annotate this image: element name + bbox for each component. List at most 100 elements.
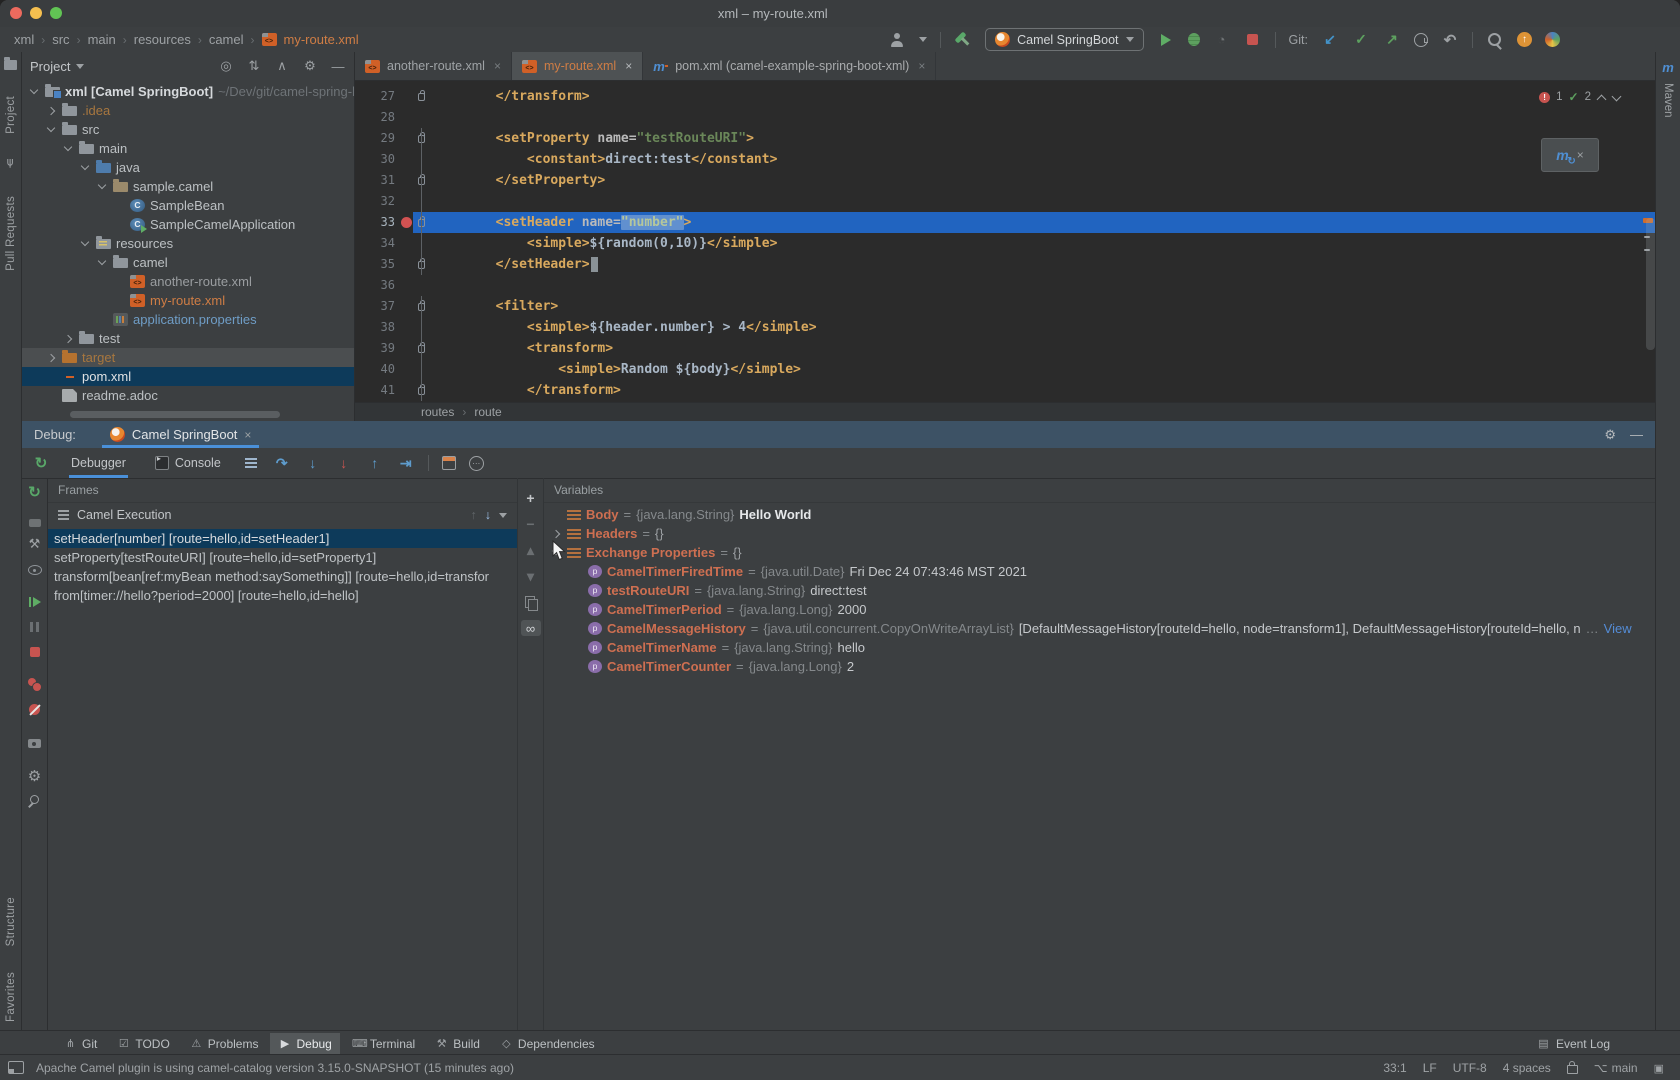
tree-row[interactable]: xml [Camel SpringBoot]~/Dev/git/camel-sp…	[22, 82, 354, 101]
bottom-tab-terminal[interactable]: ⌨Terminal	[344, 1033, 423, 1054]
variable-row[interactable]: CamelTimerCounter={java.lang.Long}2	[544, 657, 1655, 676]
line-number[interactable]: 41	[355, 380, 395, 401]
thread-dump-icon[interactable]	[27, 735, 43, 751]
code-line[interactable]: 27 </transform>	[355, 86, 1655, 107]
bottom-tab-dependencies[interactable]: ◇Dependencies	[492, 1033, 603, 1054]
step-into-icon[interactable]	[304, 454, 322, 472]
update-notification-icon[interactable]	[1517, 32, 1532, 47]
tree-row[interactable]: sample.camel	[22, 177, 354, 196]
git-branch-widget[interactable]: main	[1594, 1061, 1638, 1075]
git-push-icon[interactable]	[1383, 31, 1401, 49]
watch-return-values-icon[interactable]: ∞	[521, 620, 541, 636]
code-line[interactable]: 32	[355, 191, 1655, 212]
user-profile-icon[interactable]	[888, 31, 906, 49]
tree-row[interactable]: SampleBean	[22, 196, 354, 215]
bottom-tab-debug[interactable]: ▶Debug	[270, 1033, 339, 1054]
tree-row[interactable]: camel	[22, 253, 354, 272]
indent-widget[interactable]: 4 spaces	[1503, 1061, 1551, 1075]
vertical-scrollbar[interactable]	[1646, 218, 1655, 350]
frame-row[interactable]: setProperty[testRouteURI] [route=hello,i…	[48, 548, 517, 567]
code-line[interactable]: 41 </transform>	[355, 380, 1655, 401]
line-number[interactable]: 34	[355, 233, 395, 254]
horizontal-scrollbar[interactable]	[70, 411, 280, 418]
minimize-window-button[interactable]	[30, 7, 42, 19]
sidebar-item-pull-requests[interactable]: Pull Requests	[5, 196, 17, 271]
variable-row[interactable]: CamelTimerPeriod={java.lang.Long}2000	[544, 600, 1655, 619]
breadcrumb-item[interactable]: resources	[134, 32, 191, 47]
code-line[interactable]: 31 </setProperty>	[355, 170, 1655, 191]
tree-row[interactable]: another-route.xml	[22, 272, 354, 291]
history-icon[interactable]	[1414, 33, 1428, 47]
step-out-icon[interactable]	[366, 454, 384, 472]
sidebar-item-project[interactable]: Project	[5, 96, 17, 134]
event-log-button[interactable]: ▤ Event Log	[1537, 1037, 1610, 1051]
line-number[interactable]: 40	[355, 359, 395, 380]
code-line[interactable]: 29 <setProperty name="testRouteURI">	[355, 128, 1655, 149]
breadcrumb-file[interactable]: my-route.xml	[284, 32, 359, 47]
chevron-right-icon[interactable]	[552, 529, 562, 539]
frame-row[interactable]: transform[bean[ref:myBean method:saySome…	[48, 567, 517, 586]
line-number[interactable]: 30	[355, 149, 395, 170]
chevron-down-icon[interactable]	[81, 163, 91, 173]
line-number[interactable]: 39	[355, 338, 395, 359]
run-to-cursor-icon[interactable]	[397, 454, 415, 472]
maven-icon[interactable]: m	[1662, 60, 1674, 75]
title-bar[interactable]: xml – my-route.xml	[0, 0, 1680, 28]
stop-icon[interactable]	[27, 644, 43, 660]
line-number[interactable]: 38	[355, 317, 395, 338]
debug-session-tab[interactable]: Camel SpringBoot ×	[102, 421, 260, 448]
tree-row[interactable]: readme.adoc	[22, 386, 354, 405]
code-line[interactable]: 36	[355, 275, 1655, 296]
sidebar-item-favorites[interactable]: Favorites	[5, 972, 17, 1022]
frame-row[interactable]: setHeader[number] [route=hello,id=setHea…	[48, 529, 517, 548]
frame-row[interactable]: from[timer://hello?period=2000] [route=h…	[48, 586, 517, 605]
tab-debugger[interactable]: Debugger	[63, 448, 134, 478]
chevron-down-icon[interactable]	[81, 239, 91, 249]
plugin-icon[interactable]	[1545, 32, 1560, 47]
view-link[interactable]: View	[1604, 619, 1632, 638]
remove-watch-icon[interactable]: −	[523, 516, 539, 532]
chevron-down-icon[interactable]	[98, 258, 108, 268]
copy-icon[interactable]	[523, 594, 539, 610]
layout-settings-icon[interactable]	[242, 454, 260, 472]
zoom-window-button[interactable]	[50, 7, 62, 19]
hide-panel-icon[interactable]: —	[1630, 427, 1643, 443]
breakpoint-icon[interactable]	[401, 217, 412, 228]
code-line[interactable]: 33 <setHeader name="number">	[355, 212, 1655, 233]
gear-icon[interactable]	[27, 768, 43, 784]
rollback-icon[interactable]	[1441, 31, 1459, 49]
chevron-down-icon[interactable]	[76, 64, 84, 69]
tree-row[interactable]: target	[22, 348, 354, 367]
git-update-icon[interactable]	[1321, 31, 1339, 49]
rerun-debug-icon[interactable]	[27, 484, 43, 500]
tree-row[interactable]: main	[22, 139, 354, 158]
tab-console[interactable]: Console	[147, 448, 229, 478]
line-number[interactable]: 33	[355, 212, 395, 233]
code-line[interactable]: 40 <simple>Random ${body}</simple>	[355, 359, 1655, 380]
gear-icon[interactable]: ⚙	[302, 58, 318, 74]
maven-reload-icon[interactable]: m	[1556, 147, 1568, 163]
evaluate-expression-icon[interactable]	[442, 456, 456, 470]
chevron-right-icon[interactable]	[47, 106, 57, 116]
tree-row[interactable]: application.properties	[22, 310, 354, 329]
bottom-tab-todo[interactable]: ☑TODO	[109, 1033, 177, 1054]
previous-frame-icon[interactable]: ↑	[471, 508, 477, 522]
chevron-down-icon[interactable]	[64, 144, 74, 154]
profiler-icon[interactable]	[28, 517, 41, 527]
build-project-icon[interactable]	[950, 27, 975, 52]
resume-icon[interactable]	[27, 594, 43, 610]
breadcrumb-item[interactable]: camel	[209, 32, 244, 47]
chevron-down-icon[interactable]	[499, 513, 507, 518]
run-with-coverage-icon[interactable]	[1213, 31, 1231, 49]
move-down-icon[interactable]: ▾	[523, 568, 539, 584]
move-up-icon[interactable]: ▴	[523, 542, 539, 558]
tree-row[interactable]: .idea	[22, 101, 354, 120]
close-icon[interactable]: ×	[244, 428, 251, 442]
view-options-icon[interactable]	[27, 561, 43, 577]
bottom-tab-git[interactable]: ⋔Git	[56, 1033, 105, 1054]
code-line[interactable]: 34 <simple>${random(0,10)}</simple>	[355, 233, 1655, 254]
more-options-icon[interactable]	[469, 456, 484, 471]
breadcrumb-item[interactable]: src	[52, 32, 69, 47]
bottom-tab-build[interactable]: ⚒Build	[427, 1033, 488, 1054]
code-line[interactable]: 28	[355, 107, 1655, 128]
